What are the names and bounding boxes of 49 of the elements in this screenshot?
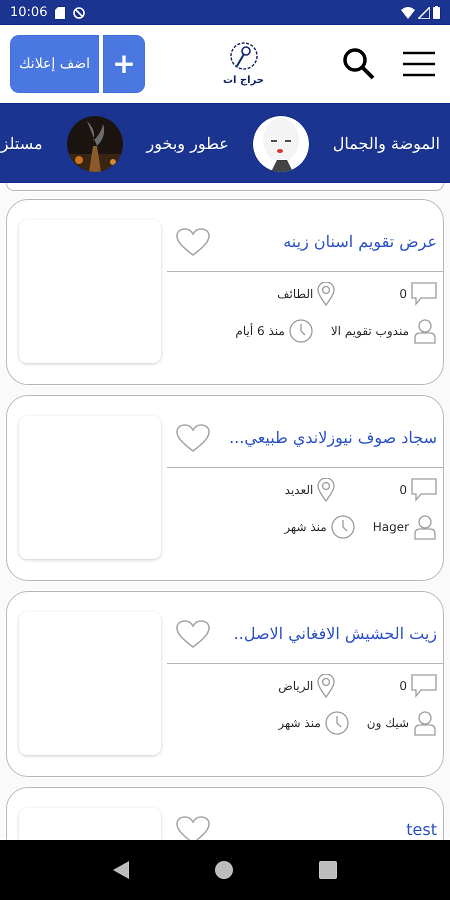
- user-name: مندوب تقويم الا: [330, 323, 409, 340]
- signal-icon: [418, 6, 430, 18]
- speech-bubble-icon: [411, 674, 437, 698]
- menu-icon[interactable]: [402, 51, 436, 77]
- time-label: منذ شهر: [284, 519, 327, 536]
- status-time: 10:06: [10, 4, 48, 22]
- heart-icon[interactable]: [175, 814, 211, 840]
- city-label: العديد: [284, 482, 314, 499]
- category-label[interactable]: عطور وبخور: [146, 132, 229, 156]
- search-icon[interactable]: [342, 47, 376, 81]
- blocked-icon: [73, 6, 86, 18]
- listing-title[interactable]: عرض تقويم اسنان زينه: [283, 230, 437, 254]
- category-label[interactable]: الموضة والجمال: [332, 132, 440, 156]
- comment-count: 0: [399, 678, 407, 695]
- wifi-icon: [401, 6, 415, 18]
- clock-icon: [288, 319, 313, 343]
- heart-icon[interactable]: [175, 422, 211, 452]
- time-label: منذ 6 أيام: [235, 322, 285, 340]
- speech-bubble-icon: [411, 478, 437, 502]
- battery-icon: [433, 6, 440, 19]
- location-pin-icon: [317, 674, 336, 698]
- sd-card-icon: [55, 6, 66, 18]
- user-icon: [413, 318, 437, 344]
- city-label: الطائف: [277, 286, 314, 303]
- comment-count: 0: [399, 482, 407, 499]
- city-label: الرياض: [278, 678, 314, 695]
- add-listing-button[interactable]: اضف إعلانك +: [10, 35, 146, 93]
- location-pin-icon: [317, 478, 336, 502]
- user-icon: [413, 514, 437, 540]
- time-label: منذ شهر: [278, 715, 321, 732]
- comment-count: 0: [399, 286, 407, 303]
- speech-bubble-icon: [411, 282, 437, 306]
- listing-title[interactable]: سجاد صوف نيوزلاندي طبيعي...: [229, 426, 437, 450]
- location-pin-icon: [317, 282, 336, 306]
- category-label[interactable]: مستلز: [0, 132, 43, 156]
- clock-icon: [330, 515, 355, 539]
- clock-icon: [324, 711, 349, 735]
- user-icon: [413, 710, 437, 736]
- back-icon[interactable]: [113, 861, 129, 879]
- heart-icon[interactable]: [175, 226, 211, 256]
- logo-text: حراج ات: [222, 74, 264, 88]
- listing-title[interactable]: زيت الحشيش الافغاني الاصل..: [234, 622, 437, 646]
- home-icon[interactable]: [215, 861, 233, 879]
- key-logo-icon: [228, 40, 258, 72]
- heart-icon[interactable]: [175, 618, 211, 648]
- listing-title[interactable]: test: [406, 818, 437, 840]
- user-name: Hager: [372, 519, 409, 536]
- listing-card[interactable]: test: [6, 787, 444, 840]
- user-name: شيك ون: [366, 715, 409, 732]
